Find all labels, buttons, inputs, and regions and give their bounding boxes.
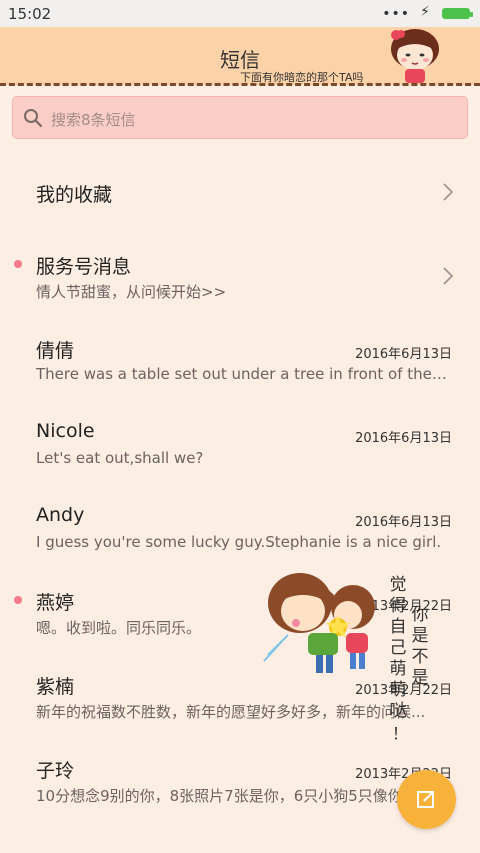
deco-exclaim: ！ [391,724,408,743]
message-date: 2016年6月13日 [355,347,452,362]
list-item-favorites[interactable]: 我的收藏 [0,150,480,234]
unread-dot [14,596,22,604]
message-preview: I guess you're some lucky guy.Stephanie … [36,533,442,551]
list-item-subtitle: 情人节甜蜜，从问候开始>> [36,283,227,301]
cartoon-couple-icon [258,565,388,694]
battery-icon [442,8,473,19]
status-bar: 15:02 ••• ⚡ [0,0,480,27]
message-date: 2016年6月13日 [355,431,452,446]
search-placeholder: 搜索8条短信 [51,111,136,129]
contact-name: 燕婷 [36,592,75,614]
deco-text-column-1: 觉得自己萌萌哒 [389,575,407,721]
conversation-row[interactable]: Nicole 2016年6月13日 Let's eat out,shall we… [0,402,480,486]
message-preview: Let's eat out,shall we? [36,449,204,467]
cartoon-girl-icon [380,27,450,89]
contact-name: 紫楠 [36,676,75,698]
message-date: 2016年6月13日 [355,515,452,530]
contact-name: 子玲 [36,760,75,782]
list-item-title: 我的收藏 [36,184,113,206]
chevron-right-icon [442,266,454,290]
header-divider [0,83,480,86]
contact-name: Nicole [36,420,95,442]
search-icon [23,108,43,132]
contact-name: Andy [36,504,85,526]
status-time: 15:02 [8,5,52,23]
message-preview: 10分想念9别的你，8张照片7张是你，6只小狗5只像你 [36,787,403,805]
decorative-vertical-text: 觉得自己萌萌哒 你是不是 ！ [388,575,434,743]
conversation-row[interactable]: Andy 2016年6月13日 I guess you're some luck… [0,486,480,570]
search-input[interactable]: 搜索8条短信 [12,96,468,139]
compose-button[interactable] [397,770,456,829]
unread-dot [14,260,22,268]
message-preview: There was a table set out under a tree i… [36,365,450,383]
more-dots-icon: ••• [382,6,410,22]
contact-name: 倩倩 [36,340,75,362]
list-item-title: 服务号消息 [36,256,132,278]
conversation-row[interactable]: 倩倩 2016年6月13日 There was a table set out … [0,318,480,402]
deco-text-column-2: 你是不是 [411,605,429,688]
chevron-right-icon [442,182,454,206]
list-item-service[interactable]: 服务号消息 情人节甜蜜，从问候开始>> [0,234,480,318]
compose-icon [417,791,434,808]
charging-icon: ⚡ [420,4,430,20]
